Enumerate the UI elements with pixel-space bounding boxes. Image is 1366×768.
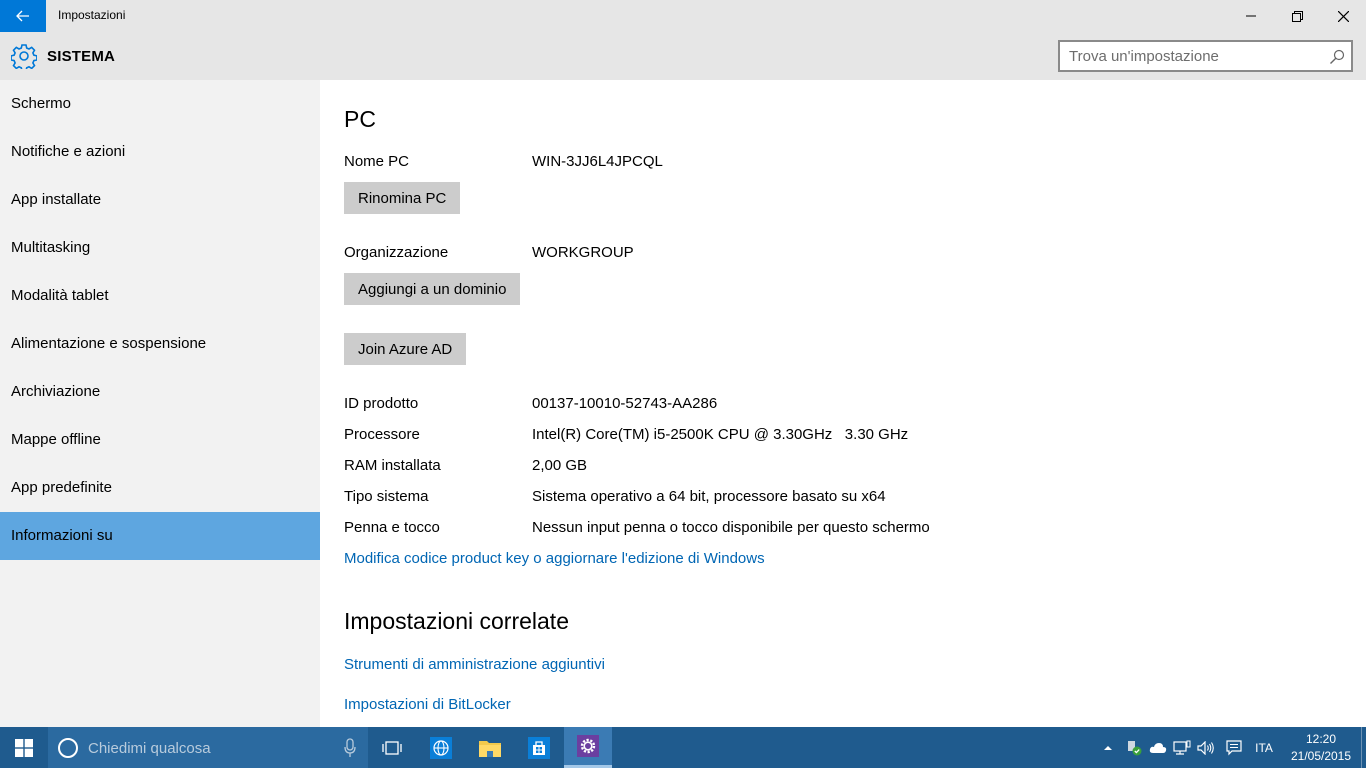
folder-icon — [479, 740, 501, 757]
action-center-button[interactable] — [1224, 727, 1244, 768]
task-view-button[interactable] — [368, 727, 416, 768]
task-view-icon — [382, 740, 402, 755]
cortana-icon — [58, 738, 78, 758]
sidebar-item-label: Alimentazione e sospensione — [11, 335, 207, 352]
chevron-up-icon — [1104, 745, 1112, 750]
sidebar-item-alimentazione[interactable]: Alimentazione e sospensione — [0, 320, 320, 368]
taskbar-search-placeholder: Chiedimi qualcosa — [88, 740, 211, 757]
main-content: PC Nome PC WIN-3JJ6L4JPCQL Rinomina PC O… — [320, 80, 1366, 727]
spec-label: ID prodotto — [344, 395, 419, 412]
minimize-icon — [1246, 15, 1256, 17]
show-hidden-icons-button[interactable] — [1100, 727, 1116, 768]
notification-icon — [1226, 739, 1242, 755]
admin-tools-link[interactable]: Strumenti di amministrazione aggiuntivi — [344, 656, 605, 673]
back-button[interactable] — [0, 0, 46, 32]
page-title: PC — [344, 106, 376, 132]
speaker-icon — [1197, 740, 1214, 755]
sidebar-item-label: App installate — [11, 191, 102, 208]
search-icon[interactable] — [1329, 49, 1345, 65]
store-bag-icon — [528, 736, 550, 759]
related-settings-heading: Impostazioni correlate — [344, 608, 569, 634]
file-explorer-button[interactable] — [466, 727, 514, 768]
language-indicator[interactable]: ITA — [1250, 727, 1278, 768]
pc-name-label: Nome PC — [344, 153, 410, 170]
sidebar-item-label: Schermo — [11, 95, 72, 112]
network-icon — [1173, 740, 1191, 755]
window-title: Impostazioni — [58, 8, 126, 22]
minimize-button[interactable] — [1228, 0, 1274, 32]
sidebar-item-label: App predefinite — [11, 479, 112, 496]
clock-time: 12:20 — [1305, 732, 1337, 746]
sidebar-item-label: Archiviazione — [11, 383, 101, 400]
browser-button[interactable] — [417, 727, 465, 768]
title-bar: Impostazioni — [0, 0, 1366, 32]
settings-search[interactable] — [1058, 40, 1353, 72]
spec-value: Sistema operativo a 64 bit, processore b… — [532, 488, 886, 505]
cloud-icon — [1149, 742, 1167, 753]
sidebar-item-informazioni[interactable]: Informazioni su — [0, 512, 320, 560]
close-icon — [1337, 10, 1349, 22]
spec-label: Processore — [344, 426, 420, 443]
settings-taskbar-button[interactable] — [564, 727, 612, 768]
settings-header: SISTEMA — [0, 32, 1366, 80]
restore-icon — [1291, 10, 1303, 22]
search-input[interactable] — [1069, 47, 1319, 65]
spec-label: RAM installata — [344, 457, 441, 474]
section-title: SISTEMA — [47, 48, 116, 65]
clock-date: 21/05/2015 — [1290, 749, 1352, 763]
network-tray-button[interactable] — [1172, 727, 1192, 768]
cortana-search-box[interactable]: Chiedimi qualcosa — [48, 727, 368, 768]
spec-label: Tipo sistema — [344, 488, 429, 505]
sidebar-item-label: Modalità tablet — [11, 287, 109, 304]
sidebar-item-mappe-offline[interactable]: Mappe offline — [0, 416, 320, 464]
gear-icon — [577, 735, 599, 757]
start-button[interactable] — [0, 727, 48, 768]
sidebar-item-archiviazione[interactable]: Archiviazione — [0, 368, 320, 416]
spec-value: Intel(R) Core(TM) i5-2500K CPU @ 3.30GHz… — [532, 426, 909, 443]
sidebar-item-multitasking[interactable]: Multitasking — [0, 224, 320, 272]
join-azure-ad-button[interactable]: Join Azure AD — [344, 333, 467, 365]
store-button[interactable] — [515, 727, 563, 768]
close-button[interactable] — [1320, 0, 1366, 32]
gear-icon — [11, 44, 37, 69]
sidebar-item-label: Mappe offline — [11, 431, 101, 448]
organization-value: WORKGROUP — [532, 244, 634, 261]
show-desktop-button[interactable] — [1361, 727, 1362, 768]
spec-value: 2,00 GB — [532, 457, 588, 474]
volume-tray-button[interactable] — [1196, 727, 1216, 768]
sidebar-item-label: Multitasking — [11, 239, 91, 256]
join-domain-button[interactable]: Aggiungi a un dominio — [344, 273, 521, 305]
sidebar-item-schermo[interactable]: Schermo — [0, 80, 320, 128]
sidebar-item-label: Informazioni su — [11, 527, 113, 544]
sidebar-item-notifiche[interactable]: Notifiche e azioni — [0, 128, 320, 176]
product-key-link[interactable]: Modifica codice product key o aggiornare… — [344, 550, 765, 567]
sidebar: Schermo Notifiche e azioni App installat… — [0, 80, 320, 727]
taskbar: Chiedimi qualcosa ITA 12:20 21/05/2015 — [0, 727, 1366, 768]
sidebar-item-app-installate[interactable]: App installate — [0, 176, 320, 224]
sidebar-item-app-predefinite[interactable]: App predefinite — [0, 464, 320, 512]
onedrive-tray-button[interactable] — [1148, 727, 1168, 768]
pc-name-value: WIN-3JJ6L4JPCQL — [532, 153, 663, 170]
taskbar-clock[interactable]: 12:20 21/05/2015 — [1286, 731, 1356, 765]
rename-pc-button[interactable]: Rinomina PC — [344, 182, 461, 214]
shield-check-icon — [1128, 740, 1142, 755]
organization-label: Organizzazione — [344, 244, 449, 261]
sidebar-item-label: Notifiche e azioni — [11, 143, 126, 160]
restore-button[interactable] — [1274, 0, 1320, 32]
spec-label: Penna e tocco — [344, 519, 440, 536]
spec-value: Nessun input penna o tocco disponibile p… — [532, 519, 930, 536]
windows-logo-icon — [15, 738, 33, 757]
microphone-icon[interactable] — [344, 738, 356, 758]
sidebar-item-modalita-tablet[interactable]: Modalità tablet — [0, 272, 320, 320]
globe-icon — [430, 736, 452, 759]
bitlocker-link[interactable]: Impostazioni di BitLocker — [344, 696, 511, 713]
defender-tray-button[interactable] — [1124, 727, 1144, 768]
arrow-left-icon — [16, 10, 29, 22]
spec-value: 00137-10010-52743-AA286 — [532, 395, 718, 412]
